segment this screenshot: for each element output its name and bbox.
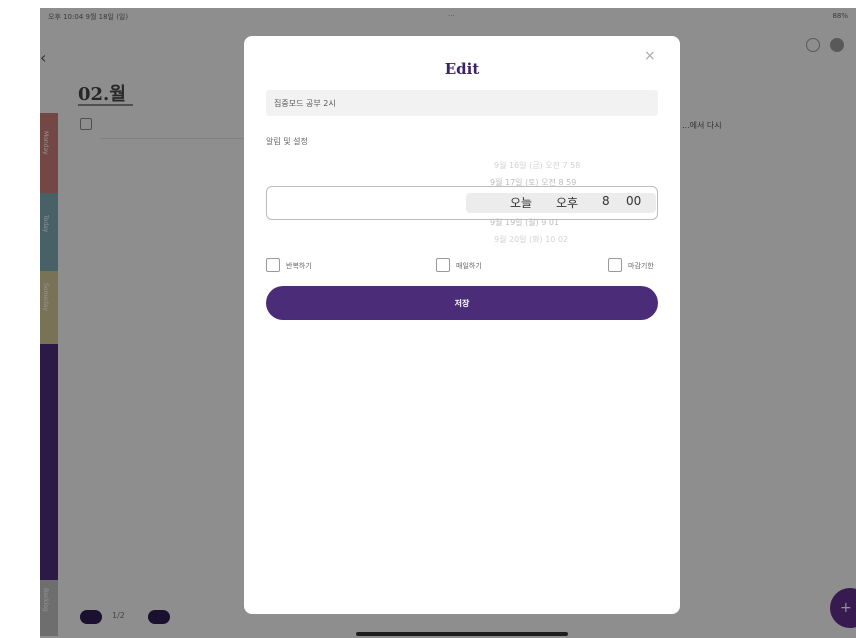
- picker-ampm-value[interactable]: 오후: [556, 194, 578, 211]
- daily-label: 매일하기: [456, 262, 482, 270]
- deadline-label: 마감기한: [628, 262, 654, 270]
- edit-modal: Edit × 알림 및 설정 9월 16일 (금) 오전 7 58 9월 17일…: [244, 36, 680, 614]
- picker-row: 9월 16일 (금) 오전 7 58: [494, 161, 581, 170]
- picker-date-value[interactable]: 오늘: [510, 194, 532, 211]
- task-title-field[interactable]: [266, 90, 658, 116]
- picker-minute-value[interactable]: 00: [626, 194, 641, 208]
- repeat-label: 반복하기: [286, 262, 312, 270]
- close-icon[interactable]: ×: [644, 48, 656, 64]
- picker-row: 9월 19일 (월) 9 01: [490, 218, 560, 227]
- picker-row: 9월 17일 (토) 오전 8 59: [490, 178, 577, 187]
- left-edge-strip: [0, 0, 40, 638]
- picker-hour-value[interactable]: 8: [602, 194, 610, 208]
- alarm-settings-label: 알림 및 설정: [266, 137, 308, 146]
- deadline-checkbox[interactable]: [608, 258, 622, 272]
- picker-row: 9월 20일 (화) 10 02: [494, 235, 569, 244]
- modal-title: Edit: [444, 60, 480, 78]
- save-button[interactable]: 저장: [266, 286, 658, 320]
- daily-checkbox[interactable]: [436, 258, 450, 272]
- repeat-checkbox[interactable]: [266, 258, 280, 272]
